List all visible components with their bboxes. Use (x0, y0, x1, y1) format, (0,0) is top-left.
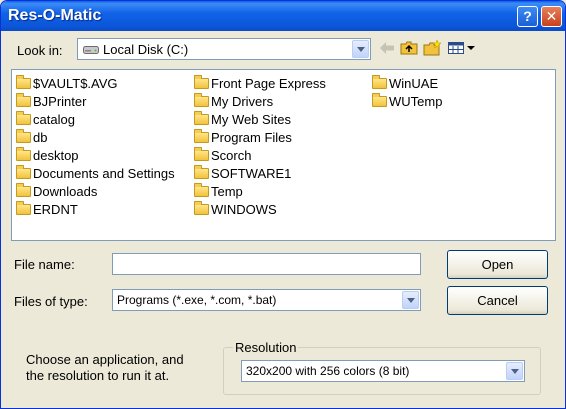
folder-item[interactable]: My Web Sites (194, 110, 326, 128)
folder-item[interactable]: WinUAE (372, 74, 442, 92)
file-column-3: WinUAE WUTemp (372, 74, 442, 110)
look-in-label: Look in: (17, 43, 63, 58)
folder-icon (194, 92, 209, 107)
hint-line-1: Choose an application, and (26, 352, 184, 367)
file-type-dropdown[interactable]: Programs (*.exe, *.com, *.bat) (112, 289, 421, 311)
folder-icon (194, 128, 209, 143)
folder-icon (194, 182, 209, 197)
folder-icon (16, 92, 31, 107)
look-in-dropdown[interactable]: Local Disk (C:) (77, 38, 371, 60)
folder-item[interactable]: desktop (16, 146, 175, 164)
folder-item[interactable]: Program Files (194, 128, 326, 146)
file-name-input[interactable] (112, 253, 421, 275)
folder-icon (194, 110, 209, 125)
close-button[interactable]: ✕ (541, 6, 562, 27)
chevron-down-icon[interactable] (352, 40, 369, 58)
folder-item[interactable]: Downloads (16, 182, 175, 200)
res-o-matic-dialog: Res-O-Matic ? ✕ Look in: Local Disk (C:) (0, 0, 566, 409)
folder-item[interactable]: Documents and Settings (16, 164, 175, 182)
folder-item[interactable]: SOFTWARE1 (194, 164, 326, 182)
folder-icon (16, 110, 31, 125)
folder-item[interactable]: Scorch (194, 146, 326, 164)
chevron-down-icon[interactable] (506, 362, 523, 380)
folder-item[interactable]: ERDNT (16, 200, 175, 218)
resolution-value: 320x200 with 256 colors (8 bit) (246, 364, 410, 378)
back-icon[interactable] (377, 39, 397, 57)
resolution-label: Resolution (233, 340, 299, 355)
files-of-type-label: Files of type: (14, 294, 88, 309)
file-type-value: Programs (*.exe, *.com, *.bat) (117, 293, 277, 307)
folder-icon (16, 164, 31, 179)
view-menu-icon[interactable] (447, 39, 477, 57)
folder-item[interactable]: BJPrinter (16, 92, 175, 110)
help-button[interactable]: ? (517, 6, 538, 27)
folder-icon (194, 200, 209, 215)
title-bar[interactable]: Res-O-Matic ? ✕ (1, 1, 565, 31)
folder-item[interactable]: My Drivers (194, 92, 326, 110)
folder-icon (16, 182, 31, 197)
folder-item[interactable]: catalog (16, 110, 175, 128)
look-in-value: Local Disk (C:) (103, 42, 189, 57)
resolution-dropdown[interactable]: 320x200 with 256 colors (8 bit) (241, 360, 525, 382)
file-list[interactable]: $VAULT$.AVG BJPrinter catalog db desktop… (11, 69, 556, 241)
folder-icon (194, 146, 209, 161)
file-column-1: $VAULT$.AVG BJPrinter catalog db desktop… (16, 74, 175, 218)
folder-item[interactable]: db (16, 128, 175, 146)
cancel-button[interactable]: Cancel (447, 286, 548, 315)
drive-icon (83, 46, 99, 54)
folder-item[interactable]: WUTemp (372, 92, 442, 110)
folder-icon (16, 74, 31, 89)
folder-icon (16, 146, 31, 161)
up-folder-icon[interactable] (399, 39, 419, 57)
chevron-down-icon[interactable] (402, 291, 419, 309)
folder-icon (16, 128, 31, 143)
folder-item[interactable]: $VAULT$.AVG (16, 74, 175, 92)
window-title: Res-O-Matic (8, 7, 102, 24)
folder-icon (16, 200, 31, 215)
file-column-2: Front Page Express My Drivers My Web Sit… (194, 74, 326, 218)
file-name-label: File name: (14, 257, 75, 272)
folder-item[interactable]: Front Page Express (194, 74, 326, 92)
open-button[interactable]: Open (447, 250, 548, 279)
new-folder-icon[interactable] (422, 39, 442, 57)
folder-icon (372, 92, 387, 107)
folder-icon (194, 74, 209, 89)
folder-icon (194, 164, 209, 179)
folder-item[interactable]: Temp (194, 182, 326, 200)
folder-item[interactable]: WINDOWS (194, 200, 326, 218)
hint-line-2: the resolution to run it at. (26, 368, 170, 383)
folder-icon (372, 74, 387, 89)
